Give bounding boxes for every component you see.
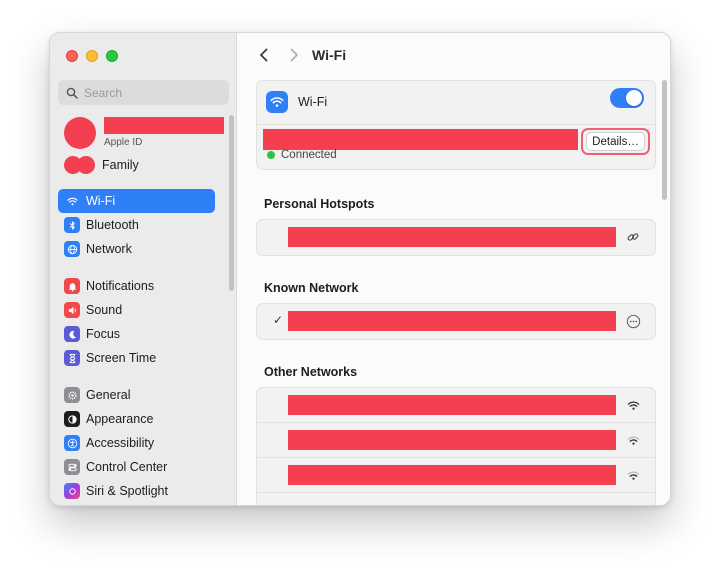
sidebar-item-label: Network <box>86 242 132 256</box>
sidebar-item-label: Appearance <box>86 412 154 426</box>
wifi-toggle[interactable] <box>610 88 644 108</box>
main-pane: Wi-Fi Wi-Fi Connected Details… Personal … <box>238 33 670 505</box>
family-label: Family <box>102 158 139 172</box>
list-item[interactable] <box>257 220 655 255</box>
link-icon <box>625 229 641 245</box>
apple-id-profile[interactable]: Apple ID <box>64 117 224 149</box>
sidebar-item-label: Wi-Fi <box>86 194 116 208</box>
redacted-account-name <box>104 117 224 134</box>
bluetooth-icon <box>64 217 80 233</box>
bell-icon <box>64 278 80 294</box>
redacted-network-name <box>288 311 616 331</box>
sidebar-item-appearance[interactable]: Appearance <box>58 407 215 431</box>
search-icon <box>66 87 78 99</box>
list-item[interactable] <box>257 458 655 493</box>
sidebar-item-label: Focus <box>86 327 121 341</box>
redacted-network-name <box>288 430 616 450</box>
redacted-network-name <box>288 395 616 415</box>
other-networks-list <box>256 387 656 505</box>
toolbar: Wi-Fi <box>238 33 670 77</box>
redacted-network-name <box>288 227 616 247</box>
wifi-signal-icon <box>625 432 641 448</box>
connection-status: Connected <box>267 149 337 161</box>
wifi-label: Wi-Fi <box>298 95 328 109</box>
sidebar-item-sound[interactable]: Sound <box>58 298 215 322</box>
more-options-icon[interactable] <box>625 313 641 329</box>
sidebar-item-wifi[interactable]: Wi-Fi <box>58 189 215 213</box>
main-scrollbar[interactable] <box>662 80 667 200</box>
search-field[interactable] <box>58 80 229 105</box>
chevron-right-icon <box>290 48 298 62</box>
sidebar-group-general: General Appearance Accessibility Control… <box>58 383 215 503</box>
sidebar-item-bluetooth[interactable]: Bluetooth <box>58 213 215 237</box>
sidebar-item-label: Siri & Spotlight <box>86 484 168 498</box>
sidebar-item-label: Accessibility <box>86 436 155 450</box>
close-button[interactable] <box>66 50 78 62</box>
sidebar-item-focus[interactable]: Focus <box>58 322 215 346</box>
list-item[interactable] <box>257 423 655 458</box>
sidebar-group-network: Wi-Fi Bluetooth Network <box>58 189 215 261</box>
page-title: Wi-Fi <box>312 47 347 63</box>
globe-icon <box>64 241 80 257</box>
appearance-icon <box>64 411 80 427</box>
sidebar-item-label: Screen Time <box>86 351 157 365</box>
hourglass-icon <box>64 350 80 366</box>
minimize-button[interactable] <box>86 50 98 62</box>
sidebar-item-screen-time[interactable]: Screen Time <box>58 346 215 370</box>
details-button[interactable]: Details… <box>586 132 645 151</box>
speaker-icon <box>64 302 80 318</box>
accessibility-icon <box>64 435 80 451</box>
redacted-network-name <box>288 465 616 485</box>
status-text: Connected <box>281 149 337 161</box>
known-network-list: ✓ <box>256 303 656 340</box>
sidebar-item-label: Bluetooth <box>86 218 139 232</box>
window-controls <box>66 50 118 62</box>
system-settings-window: Apple ID Family Wi-Fi Bluetooth <box>49 32 671 506</box>
sidebar-item-label: Notifications <box>86 279 155 293</box>
sidebar-item-siri-spotlight[interactable]: Siri & Spotlight <box>58 479 215 503</box>
section-title-hotspots: Personal Hotspots <box>264 197 375 211</box>
section-title-other: Other Networks <box>264 365 358 379</box>
wifi-status-card: Wi-Fi Connected Details… <box>256 80 656 170</box>
sidebar-item-accessibility[interactable]: Accessibility <box>58 431 215 455</box>
sidebar-item-notifications[interactable]: Notifications <box>58 274 215 298</box>
section-title-known: Known Network <box>264 281 359 295</box>
apple-id-label: Apple ID <box>104 137 143 148</box>
sidebar-scrollbar[interactable] <box>229 115 234 291</box>
sidebar-item-label: General <box>86 388 131 402</box>
redacted-current-network <box>263 129 578 150</box>
wifi-icon <box>64 193 80 209</box>
wifi-toggle-row: Wi-Fi <box>257 81 655 125</box>
zoom-button[interactable] <box>106 50 118 62</box>
list-item[interactable] <box>257 493 655 505</box>
sidebar-item-network[interactable]: Network <box>58 237 215 261</box>
family-item[interactable]: Family <box>64 154 139 176</box>
moon-icon <box>64 326 80 342</box>
sidebar-item-general[interactable]: General <box>58 383 215 407</box>
wifi-signal-icon <box>625 397 641 413</box>
search-input[interactable] <box>84 85 224 100</box>
hotspots-list <box>256 219 656 256</box>
status-dot <box>267 151 275 159</box>
control-center-icon <box>64 459 80 475</box>
list-item[interactable]: ✓ <box>257 304 655 339</box>
checkmark-icon: ✓ <box>273 313 284 327</box>
sidebar-item-control-center[interactable]: Control Center <box>58 455 215 479</box>
avatar <box>64 117 96 149</box>
family-icon <box>64 156 97 174</box>
forward-button[interactable] <box>284 45 304 65</box>
sidebar-item-label: Control Center <box>86 460 168 474</box>
siri-icon <box>64 483 80 499</box>
sidebar-item-label: Sound <box>86 303 123 317</box>
wifi-icon <box>266 91 288 113</box>
chevron-left-icon <box>260 48 268 62</box>
wifi-signal-icon <box>625 467 641 483</box>
details-highlight: Details… <box>581 128 650 155</box>
list-item[interactable] <box>257 388 655 423</box>
back-button[interactable] <box>254 45 274 65</box>
gear-icon <box>64 387 80 403</box>
sidebar-group-notifications: Notifications Sound Focus Screen Time <box>58 274 215 370</box>
sidebar: Apple ID Family Wi-Fi Bluetooth <box>50 33 237 505</box>
